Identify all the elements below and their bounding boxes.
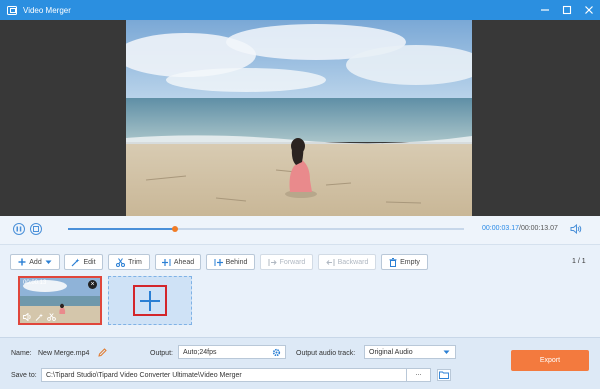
insert-behind-icon bbox=[214, 258, 223, 266]
maximize-icon bbox=[562, 5, 572, 15]
video-preview-area bbox=[0, 20, 600, 216]
add-label: Add bbox=[29, 258, 42, 266]
chevron-down-icon bbox=[45, 260, 52, 264]
output-settings-panel: Name: New Merge.mp4 Output: Auto;24fps O… bbox=[0, 337, 600, 389]
page-indicator: 1 / 1 bbox=[572, 258, 586, 265]
divider bbox=[0, 244, 600, 245]
save-to-label: Save to: bbox=[11, 372, 37, 379]
edit-label: Edit bbox=[83, 258, 96, 266]
stop-icon bbox=[33, 226, 39, 232]
progress-handle[interactable] bbox=[171, 226, 178, 232]
scissors-icon bbox=[116, 257, 126, 267]
player-controls: 00:00:03.17/00:00:13.07 bbox=[0, 216, 600, 244]
close-button[interactable] bbox=[578, 0, 600, 20]
empty-button[interactable]: Empty bbox=[381, 254, 428, 270]
trim-clip-icon[interactable] bbox=[47, 313, 56, 321]
progress-slider[interactable] bbox=[68, 226, 464, 232]
export-button[interactable]: Export bbox=[511, 350, 589, 371]
title-bar: Video Merger bbox=[0, 0, 600, 20]
output-label: Output: bbox=[150, 350, 173, 357]
move-forward-icon bbox=[268, 258, 277, 266]
backward-label: Backward bbox=[337, 258, 369, 266]
save-path-field[interactable]: C:\Tipard Studio\Tipard Video Converter … bbox=[41, 368, 431, 382]
trim-label: Trim bbox=[128, 258, 142, 266]
behind-button[interactable]: Behind bbox=[206, 254, 255, 270]
stop-button[interactable] bbox=[30, 223, 42, 235]
forward-button[interactable]: Forward bbox=[260, 254, 313, 270]
maximize-button[interactable] bbox=[556, 0, 578, 20]
behind-label: Behind bbox=[225, 258, 248, 266]
current-time: 00:00:03.17 bbox=[482, 225, 519, 232]
merge-toolbar: Add Edit Trim Ahead Behind Forward Backw… bbox=[0, 254, 600, 270]
pencil-icon bbox=[98, 348, 107, 357]
output-settings-button[interactable] bbox=[272, 348, 281, 359]
volume-button[interactable] bbox=[570, 223, 582, 236]
chevron-down-icon bbox=[443, 350, 450, 354]
add-button[interactable]: Add bbox=[10, 254, 60, 270]
output-format-field[interactable]: Auto;24fps bbox=[178, 345, 286, 359]
backward-button[interactable]: Backward bbox=[318, 254, 376, 270]
edit-button[interactable]: Edit bbox=[64, 254, 103, 270]
gear-icon bbox=[272, 348, 281, 357]
plus-icon bbox=[18, 258, 26, 266]
clip-duration: 00:00:13 bbox=[23, 280, 47, 286]
empty-label: Empty bbox=[400, 258, 420, 266]
browse-button[interactable]: ... bbox=[406, 369, 430, 381]
progress-fill bbox=[68, 228, 175, 230]
file-name[interactable]: New Merge.mp4 bbox=[38, 350, 89, 357]
trash-icon bbox=[389, 257, 397, 267]
insert-ahead-icon bbox=[161, 258, 171, 266]
remove-clip-button[interactable]: × bbox=[88, 280, 97, 289]
open-folder-button[interactable] bbox=[437, 369, 451, 381]
audio-track-value: Original Audio bbox=[369, 348, 413, 356]
magic-wand-icon bbox=[72, 258, 80, 266]
audio-icon[interactable] bbox=[23, 313, 32, 321]
trim-button[interactable]: Trim bbox=[108, 254, 150, 270]
time-display: 00:00:03.17/00:00:13.07 bbox=[482, 225, 558, 232]
clip-strip: 00:00:13 × bbox=[0, 276, 600, 328]
effects-icon[interactable] bbox=[35, 313, 44, 321]
audio-track-select[interactable]: Original Audio bbox=[364, 345, 456, 359]
total-time: 00:00:13.07 bbox=[520, 225, 558, 232]
app-icon bbox=[7, 5, 17, 15]
add-clip-slot[interactable] bbox=[108, 276, 192, 325]
audio-track-label: Output audio track: bbox=[296, 350, 356, 357]
beach-scene-image bbox=[126, 20, 472, 216]
ahead-button[interactable]: Ahead bbox=[155, 254, 201, 270]
folder-icon bbox=[439, 371, 449, 379]
forward-label: Forward bbox=[279, 258, 306, 266]
ahead-label: Ahead bbox=[173, 258, 195, 266]
save-path-value: C:\Tipard Studio\Tipard Video Converter … bbox=[46, 371, 242, 379]
pause-icon bbox=[16, 226, 22, 232]
pause-button[interactable] bbox=[13, 223, 25, 235]
speaker-icon bbox=[570, 223, 582, 235]
minimize-button[interactable] bbox=[534, 0, 556, 20]
plus-icon bbox=[140, 290, 160, 311]
minimize-icon bbox=[541, 9, 549, 11]
move-backward-icon bbox=[325, 258, 335, 266]
name-label: Name: bbox=[11, 350, 32, 357]
window-title: Video Merger bbox=[23, 5, 71, 15]
rename-button[interactable] bbox=[98, 348, 107, 359]
video-frame bbox=[126, 20, 472, 216]
clip-thumbnail[interactable]: 00:00:13 × bbox=[18, 276, 102, 325]
close-icon bbox=[585, 6, 593, 14]
output-format-value: Auto;24fps bbox=[183, 348, 217, 356]
add-clip-button[interactable] bbox=[133, 285, 167, 316]
